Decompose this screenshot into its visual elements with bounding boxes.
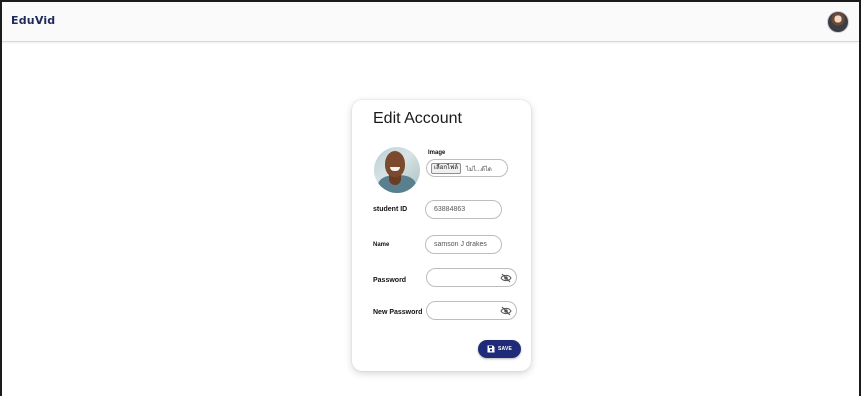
brand-logo-text[interactable]: EduVid bbox=[11, 14, 55, 27]
app-window: EduVid ​ Edit Account Image เลือกไฟล์ ไม… bbox=[0, 0, 861, 396]
choose-file-button[interactable]: เลือกไฟล์ bbox=[431, 163, 461, 174]
password-label: Password bbox=[373, 277, 407, 284]
top-app-bar: EduVid bbox=[2, 2, 859, 42]
save-button[interactable]: SAVE bbox=[478, 340, 521, 358]
new-password-label: New Password bbox=[373, 309, 423, 316]
edit-account-card: Edit Account Image เลือกไฟล์ ไม่ไ...ด้ได… bbox=[352, 100, 531, 371]
floppy-disk-icon bbox=[487, 345, 495, 353]
image-label: Image bbox=[428, 150, 446, 156]
profile-photo bbox=[374, 147, 420, 193]
photo-face bbox=[385, 151, 405, 177]
student-id-label: student ID bbox=[373, 206, 408, 213]
image-file-input[interactable]: เลือกไฟล์ ไม่ไ...ด้ได bbox=[426, 159, 508, 177]
page-title: Edit Account bbox=[373, 110, 462, 127]
name-label: Name bbox=[373, 242, 390, 248]
name-input[interactable] bbox=[425, 235, 502, 254]
user-avatar[interactable] bbox=[827, 11, 849, 33]
eye-slash-icon[interactable] bbox=[500, 273, 512, 283]
save-button-label: SAVE bbox=[497, 346, 513, 352]
file-status-text: ไม่ไ...ด้ได bbox=[466, 167, 492, 173]
eye-slash-icon[interactable] bbox=[500, 306, 512, 316]
student-id-input[interactable] bbox=[425, 200, 502, 219]
